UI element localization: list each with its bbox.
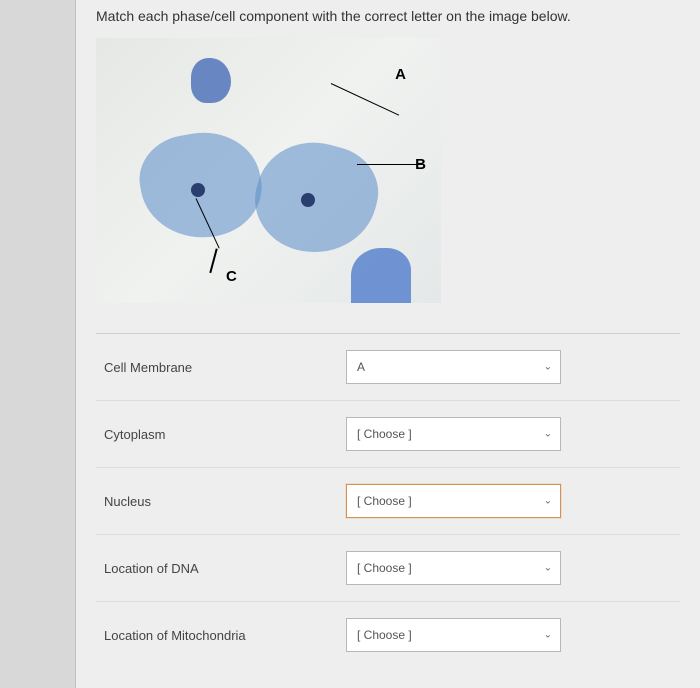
match-row: Nucleus [ Choose ] ⌄ (96, 468, 680, 535)
match-label-nucleus: Nucleus (96, 494, 346, 509)
select-value: [ Choose ] (357, 427, 412, 441)
chevron-down-icon: ⌄ (544, 362, 552, 373)
select-value: [ Choose ] (357, 494, 412, 508)
question-container: Match each phase/cell component with the… (75, 0, 700, 688)
cell-nucleus-1 (191, 183, 205, 197)
cell-shape-right (244, 129, 388, 266)
select-value: [ Choose ] (357, 561, 412, 575)
select-location-dna[interactable]: [ Choose ] ⌄ (346, 551, 561, 585)
select-value: [ Choose ] (357, 628, 412, 642)
chevron-down-icon: ⌄ (544, 630, 552, 641)
image-label-c: C (226, 268, 237, 285)
pointer-line-c2 (210, 249, 218, 274)
cell-corner (351, 248, 411, 303)
chevron-down-icon: ⌄ (544, 563, 552, 574)
select-value: A (357, 360, 365, 374)
image-label-b: B (415, 156, 426, 173)
image-label-a: A (395, 66, 406, 83)
pointer-line-b (357, 164, 422, 165)
match-row: Location of DNA [ Choose ] ⌄ (96, 535, 680, 602)
match-label-cell-membrane: Cell Membrane (96, 360, 346, 375)
match-row: Location of Mitochondria [ Choose ] ⌄ (96, 602, 680, 668)
chevron-down-icon: ⌄ (544, 496, 552, 507)
select-cell-membrane[interactable]: A ⌄ (346, 350, 561, 384)
cell-fragment (191, 58, 231, 103)
match-label-cytoplasm: Cytoplasm (96, 427, 346, 442)
match-label-location-mitochondria: Location of Mitochondria (96, 628, 346, 643)
match-label-location-dna: Location of DNA (96, 561, 346, 576)
cell-image: A B C (96, 38, 441, 303)
chevron-down-icon: ⌄ (544, 429, 552, 440)
match-row: Cell Membrane A ⌄ (96, 334, 680, 401)
select-cytoplasm[interactable]: [ Choose ] ⌄ (346, 417, 561, 451)
matching-section: Cell Membrane A ⌄ Cytoplasm [ Choose ] ⌄… (96, 333, 680, 668)
match-row: Cytoplasm [ Choose ] ⌄ (96, 401, 680, 468)
cell-nucleus-2 (301, 193, 315, 207)
select-nucleus[interactable]: [ Choose ] ⌄ (346, 484, 561, 518)
select-location-mitochondria[interactable]: [ Choose ] ⌄ (346, 618, 561, 652)
pointer-line-a (331, 83, 399, 116)
question-prompt: Match each phase/cell component with the… (96, 0, 680, 38)
